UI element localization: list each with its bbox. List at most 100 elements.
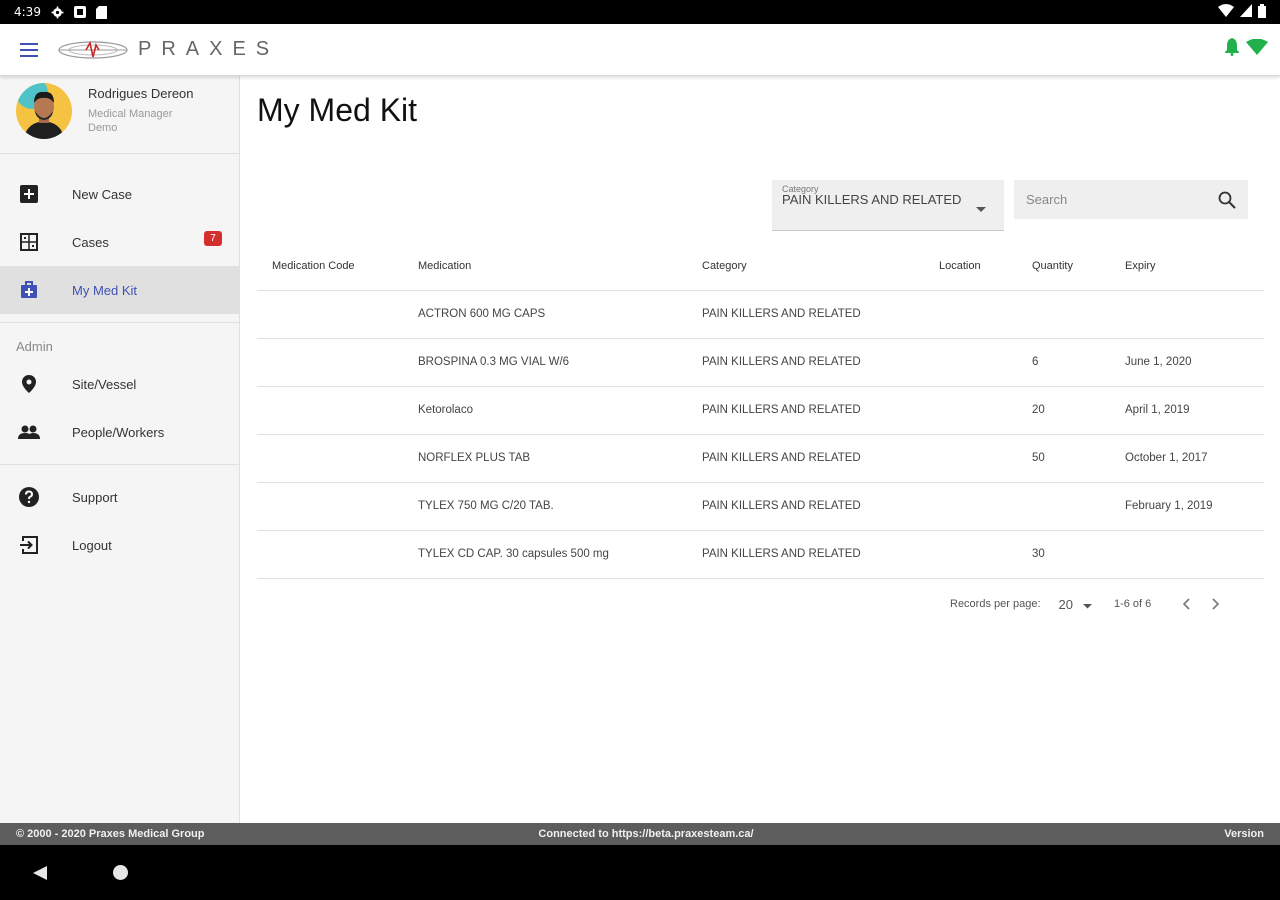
med-kit-icon xyxy=(18,279,40,301)
sidebar-item-cases[interactable]: Cases 7 xyxy=(0,218,239,266)
cell-medication: TYLEX 750 MG C/20 TAB. xyxy=(403,482,687,531)
cell-quantity: 6 xyxy=(1017,338,1110,387)
sd-card-icon xyxy=(95,5,109,19)
praxes-logo-mark xyxy=(58,40,128,59)
table-row[interactable]: Ketorolaco PAIN KILLERS AND RELATED 20 A… xyxy=(257,386,1264,435)
table-pagination: Records per page: 20 1-6 of 6 xyxy=(950,591,1250,617)
wifi-icon xyxy=(1218,4,1234,20)
grid-icon xyxy=(18,231,40,253)
status-bar: 4:39 xyxy=(0,0,1280,24)
settings-gear-icon xyxy=(51,5,65,19)
help-icon xyxy=(18,486,40,508)
app-bar: PRAXES xyxy=(0,24,1280,76)
sidebar-item-logout[interactable]: Logout xyxy=(0,521,239,569)
column-header-quantity[interactable]: Quantity xyxy=(1017,242,1110,291)
table-row[interactable]: TYLEX CD CAP. 30 capsules 500 mg PAIN KI… xyxy=(257,530,1264,579)
support-nav: Support Logout xyxy=(0,465,239,569)
status-time: 4:39 xyxy=(14,5,41,19)
praxes-logo: PRAXES xyxy=(58,24,279,76)
column-header-medication-code[interactable]: Medication Code xyxy=(257,242,403,291)
hamburger-menu-icon[interactable] xyxy=(0,24,58,76)
cell-expiry: April 1, 2019 xyxy=(1110,386,1264,435)
table-row[interactable]: TYLEX 750 MG C/20 TAB. PAIN KILLERS AND … xyxy=(257,482,1264,531)
sidebar-item-label: New Case xyxy=(72,186,132,202)
footer-bar: © 2000 - 2020 Praxes Medical Group Conne… xyxy=(0,823,1280,845)
med-kit-table: Medication Code Medication Category Loca… xyxy=(257,242,1264,579)
cell-location xyxy=(924,338,1017,387)
location-pin-icon xyxy=(18,373,40,395)
cell-medication: TYLEX CD CAP. 30 capsules 500 mg xyxy=(403,530,687,579)
cell-category: PAIN KILLERS AND RELATED xyxy=(687,386,924,435)
footer-connection-status: Connected to https://beta.praxesteam.ca/ xyxy=(538,828,754,840)
notification-bell-icon[interactable] xyxy=(1224,38,1240,61)
sidebar-item-people-workers[interactable]: People/Workers xyxy=(0,408,239,456)
sidebar-item-label: Site/Vessel xyxy=(72,376,137,392)
category-select-value: PAIN KILLERS AND RELATED xyxy=(782,192,962,207)
cases-count-badge: 7 xyxy=(204,231,222,246)
profile-company: Demo xyxy=(88,122,118,134)
search-icon[interactable] xyxy=(1218,191,1236,209)
cell-medication: BROSPINA 0.3 MG VIAL W/6 xyxy=(403,338,687,387)
cell-expiry: February 1, 2019 xyxy=(1110,482,1264,531)
admin-section-title: Admin xyxy=(16,339,53,354)
avatar xyxy=(16,83,72,139)
cell-medication-code xyxy=(257,290,403,339)
table-row[interactable]: NORFLEX PLUS TAB PAIN KILLERS AND RELATE… xyxy=(257,434,1264,483)
cell-signal-icon xyxy=(1240,4,1252,20)
cell-location xyxy=(924,530,1017,579)
back-triangle-icon[interactable] xyxy=(32,865,48,886)
user-profile[interactable]: Rodrigues Dereon Medical Manager Demo xyxy=(0,76,239,154)
table-row[interactable]: ACTRON 600 MG CAPS PAIN KILLERS AND RELA… xyxy=(257,290,1264,339)
profile-role: Medical Manager xyxy=(88,108,173,120)
search-box xyxy=(1014,180,1248,219)
cell-category: PAIN KILLERS AND RELATED xyxy=(687,434,924,483)
column-header-location[interactable]: Location xyxy=(924,242,1017,291)
records-per-page-value: 20 xyxy=(1058,596,1073,612)
logout-icon xyxy=(18,534,40,556)
cell-medication-code xyxy=(257,386,403,435)
home-circle-icon[interactable] xyxy=(113,865,128,885)
cell-category: PAIN KILLERS AND RELATED xyxy=(687,530,924,579)
category-select[interactable]: Category PAIN KILLERS AND RELATED xyxy=(772,180,1004,231)
sidebar-item-label: People/Workers xyxy=(72,424,165,440)
profile-name: Rodrigues Dereon xyxy=(88,86,194,101)
admin-nav: Admin Site/Vessel People/Workers xyxy=(0,323,239,465)
pagination-range: 1-6 of 6 xyxy=(1113,598,1152,610)
sidebar-item-support[interactable]: Support xyxy=(0,473,239,521)
cell-category: PAIN KILLERS AND RELATED xyxy=(687,482,924,531)
next-page-chevron-right-icon[interactable] xyxy=(1201,591,1231,617)
sidebar-item-label: Support xyxy=(72,489,118,505)
cell-expiry xyxy=(1110,290,1264,339)
sidebar-item-site-vessel[interactable]: Site/Vessel xyxy=(0,360,239,408)
main-content: My Med Kit Category PAIN KILLERS AND REL… xyxy=(240,76,1280,823)
sidebar-item-new-case[interactable]: New Case xyxy=(0,170,239,218)
records-per-page-label: Records per page: xyxy=(950,598,1041,610)
connection-status-icon[interactable] xyxy=(1246,38,1268,60)
cell-location xyxy=(924,290,1017,339)
records-per-page-select[interactable]: 20 xyxy=(1059,597,1092,612)
column-header-medication[interactable]: Medication xyxy=(403,242,687,291)
sidebar-item-my-med-kit[interactable]: My Med Kit xyxy=(0,266,239,314)
cell-medication: NORFLEX PLUS TAB xyxy=(403,434,687,483)
cell-quantity: 50 xyxy=(1017,434,1110,483)
previous-page-chevron-left-icon[interactable] xyxy=(1171,591,1201,617)
cell-quantity: 20 xyxy=(1017,386,1110,435)
cell-quantity: 30 xyxy=(1017,530,1110,579)
table-row[interactable]: BROSPINA 0.3 MG VIAL W/6 PAIN KILLERS AN… xyxy=(257,338,1264,387)
cell-quantity xyxy=(1017,290,1110,339)
column-header-category[interactable]: Category xyxy=(687,242,924,291)
search-input[interactable] xyxy=(1026,192,1206,207)
plus-square-icon xyxy=(18,183,40,205)
dropdown-caret-icon xyxy=(1082,597,1092,612)
cell-medication: Ketorolaco xyxy=(403,386,687,435)
main-nav: New Case Cases 7 My Med Kit xyxy=(0,154,239,323)
sidebar-item-label: Logout xyxy=(72,537,112,553)
column-header-expiry[interactable]: Expiry xyxy=(1110,242,1264,291)
cell-expiry: June 1, 2020 xyxy=(1110,338,1264,387)
dropdown-caret-icon xyxy=(976,200,986,218)
android-nav-bar xyxy=(0,845,1280,900)
cell-medication-code xyxy=(257,530,403,579)
cell-expiry xyxy=(1110,530,1264,579)
cell-medication-code xyxy=(257,338,403,387)
cell-expiry: October 1, 2017 xyxy=(1110,434,1264,483)
